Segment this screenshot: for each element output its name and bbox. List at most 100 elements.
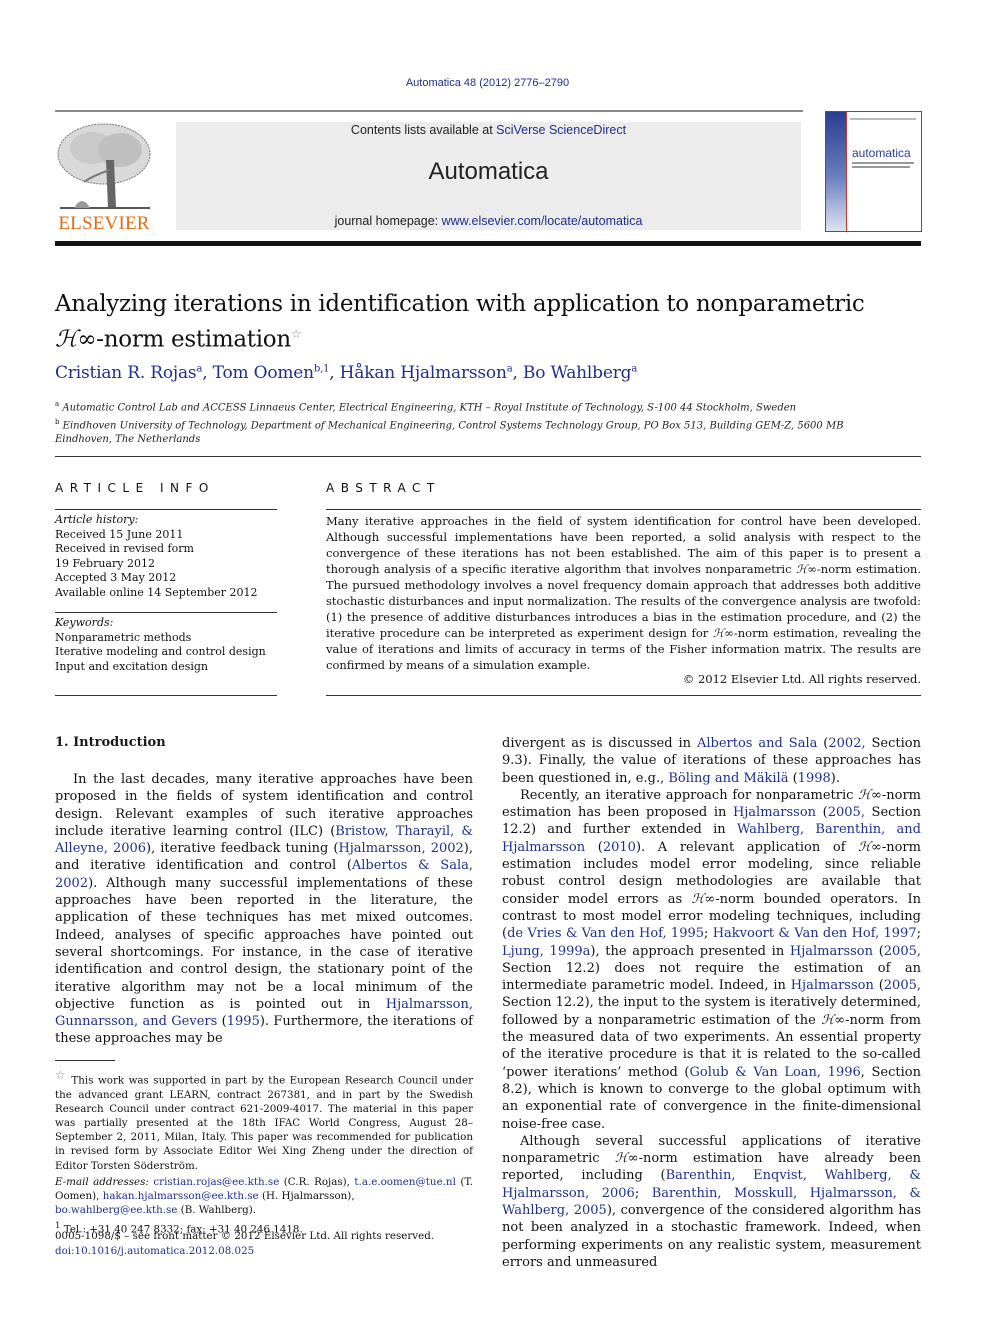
journal-cover-thumbnail[interactable]: automatica: [825, 111, 922, 232]
text: ), iterative feedback tuning (: [146, 841, 339, 857]
footnote-rule: [55, 1060, 115, 1061]
keyword: Nonparametric methods: [55, 630, 192, 644]
citation-link[interactable]: Golub & Van Loan, 1996: [689, 1065, 860, 1080]
hinf-symbol: ℋ∞: [795, 562, 817, 576]
doi-link[interactable]: doi:10.1016/j.automatica.2012.08.025: [55, 1245, 254, 1257]
cover-header-line: [850, 118, 916, 120]
abstract-rule: [326, 509, 921, 510]
author-link[interactable]: Tom Oomen: [213, 363, 314, 383]
citation-year-link[interactable]: 1995: [227, 1014, 260, 1029]
journal-title: Automatica: [428, 158, 549, 185]
history-label: Article history:: [55, 513, 139, 526]
history-item: Received in revised form: [55, 542, 194, 555]
article-title: Analyzing iterations in identification w…: [55, 289, 935, 355]
history-item: Available online 14 September 2012: [55, 585, 258, 599]
affiliation-text: Eindhoven University of Technology, Depa…: [55, 420, 844, 446]
article-info-rule: [55, 612, 277, 613]
hinf-symbol: ℋ∞: [858, 787, 882, 803]
email-link[interactable]: hakan.hjalmarsson@ee.kth.se: [103, 1190, 259, 1202]
footnote-emails: E-mail addresses: cristian.rojas@ee.kth.…: [55, 1175, 473, 1217]
footnote-star: ☆ This work was supported in part by the…: [55, 1068, 473, 1173]
email-owner: (C.R. Rojas): [283, 1175, 347, 1188]
hinf-symbol: ℋ∞: [691, 891, 716, 907]
email-link[interactable]: cristian.rojas@ee.kth.se: [153, 1176, 279, 1188]
citation-link[interactable]: de Vries & Van den Hof, 1995: [507, 926, 704, 941]
affiliation-mark: b: [55, 418, 60, 426]
abstract-text: Many iterative approaches in the field o…: [326, 513, 921, 673]
text: ). A relevant application of: [635, 839, 859, 855]
intro-left-column: In the last decades, many iterative appr…: [55, 771, 473, 1048]
affiliation-text: Automatic Control Lab and ACCESS Linnaeu…: [62, 402, 797, 414]
keywords-label: Keywords:: [55, 616, 114, 629]
issn-line: 0005-1098/$ – see front matter © 2012 El…: [55, 1230, 435, 1242]
elsevier-logo: ELSEVIER: [54, 120, 154, 235]
affiliation: b Eindhoven University of Technology, De…: [55, 415, 885, 447]
hinf-symbol: ℋ∞: [712, 626, 734, 640]
paragraph: Although several successful applications…: [502, 1133, 922, 1270]
citation-year-link[interactable]: 1998: [798, 771, 831, 786]
cover-divider: [846, 112, 847, 231]
article-info-rule: [55, 695, 277, 696]
cover-subtitle-line: [852, 162, 914, 164]
contents-prefix: Contents lists available at: [350, 123, 497, 137]
email-label: E-mail addresses:: [55, 1175, 149, 1188]
text: ), the approach presented in: [590, 943, 790, 959]
footnote-text: This work was supported in part by the E…: [55, 1074, 473, 1172]
author-link[interactable]: Håkan Hjalmarsson: [340, 363, 507, 383]
citation-link[interactable]: Hjalmarsson: [790, 944, 873, 959]
article-history: Article history: Received 15 June 2011 R…: [55, 513, 277, 600]
affiliation: a Automatic Control Lab and ACCESS Linna…: [55, 397, 885, 415]
elsevier-tree-icon: [57, 123, 151, 209]
author-link[interactable]: Bo Wahlberg: [523, 363, 632, 383]
author-affil-mark[interactable]: a: [507, 363, 513, 374]
title-line-2: -norm estimation: [96, 326, 291, 353]
email-owner: (H. Hjalmarsson): [261, 1190, 352, 1203]
header-rule: [55, 110, 803, 112]
homepage-link[interactable]: www.elsevier.com/locate/automatica: [442, 214, 643, 228]
citation-link[interactable]: Hjalmarsson, 2002: [338, 841, 463, 856]
keyword: Input and excitation design: [55, 659, 209, 673]
paragraph: In the last decades, many iterative appr…: [55, 772, 474, 1047]
keywords: Keywords: Nonparametric methods Iterativ…: [55, 616, 277, 674]
email-link[interactable]: t.a.e.oomen@tue.nl: [354, 1176, 455, 1188]
text: ). Although many successful implementati…: [55, 875, 473, 1012]
page-footer: 0005-1098/$ – see front matter © 2012 El…: [55, 1229, 473, 1258]
keyword: Iterative modeling and control design: [55, 645, 266, 658]
citation-link[interactable]: Hjalmarsson: [791, 978, 874, 993]
header-thick-rule: [55, 241, 921, 246]
hinf-symbol: ℋ∞: [55, 326, 97, 353]
citation-link[interactable]: Ljung, 1999a: [502, 944, 590, 959]
section-rule: [55, 456, 921, 457]
journal-banner: Contents lists available at SciVerse Sci…: [176, 122, 801, 230]
citation-year-link[interactable]: 2005,: [884, 944, 921, 959]
journal-reference[interactable]: Automatica 48 (2012) 2776–2790: [0, 77, 975, 89]
footnote-star-icon: ☆: [55, 1068, 67, 1082]
elsevier-wordmark: ELSEVIER: [58, 213, 150, 234]
abstract-heading: ABSTRACT: [326, 481, 441, 495]
author-affil-mark[interactable]: b,1: [314, 363, 330, 374]
history-item: 19 February 2012: [55, 556, 155, 570]
citation-link[interactable]: Hjalmarsson: [733, 805, 816, 820]
author-affil-mark[interactable]: a: [196, 363, 202, 374]
author-affil-mark[interactable]: a: [631, 363, 637, 374]
contents-line: Contents lists available at SciVerse Sci…: [176, 123, 801, 137]
author-link[interactable]: Cristian R. Rojas: [55, 363, 197, 383]
sciencedirect-link[interactable]: SciVerse ScienceDirect: [496, 123, 626, 137]
citation-year-link[interactable]: 2005,: [828, 805, 865, 820]
email-link[interactable]: bo.wahlberg@ee.kth.se: [55, 1204, 177, 1216]
hinf-symbol: ℋ∞: [821, 1012, 846, 1028]
citation-year-link[interactable]: 2002,: [828, 736, 865, 751]
title-footnote-star-icon[interactable]: ☆: [291, 327, 302, 341]
cover-strip: [826, 112, 846, 231]
hinf-symbol: ℋ∞: [614, 1151, 639, 1167]
citation-link[interactable]: Hakvoort & Van den Hof, 1997: [713, 926, 917, 941]
citation-year-link[interactable]: 2005,: [884, 978, 921, 993]
cover-subtitle-line: [852, 166, 910, 168]
citation-link[interactable]: Böling and Mäkilä: [668, 771, 788, 786]
homepage-line: journal homepage: www.elsevier.com/locat…: [176, 214, 801, 228]
citation-link[interactable]: Albertos and Sala: [697, 736, 817, 751]
affiliation-mark: a: [55, 400, 60, 408]
text: Recently, an iterative approach for nonp…: [520, 787, 859, 803]
citation-year-link[interactable]: 2010: [603, 840, 636, 855]
paragraph: divergent as is discussed in Albertos an…: [502, 736, 921, 786]
